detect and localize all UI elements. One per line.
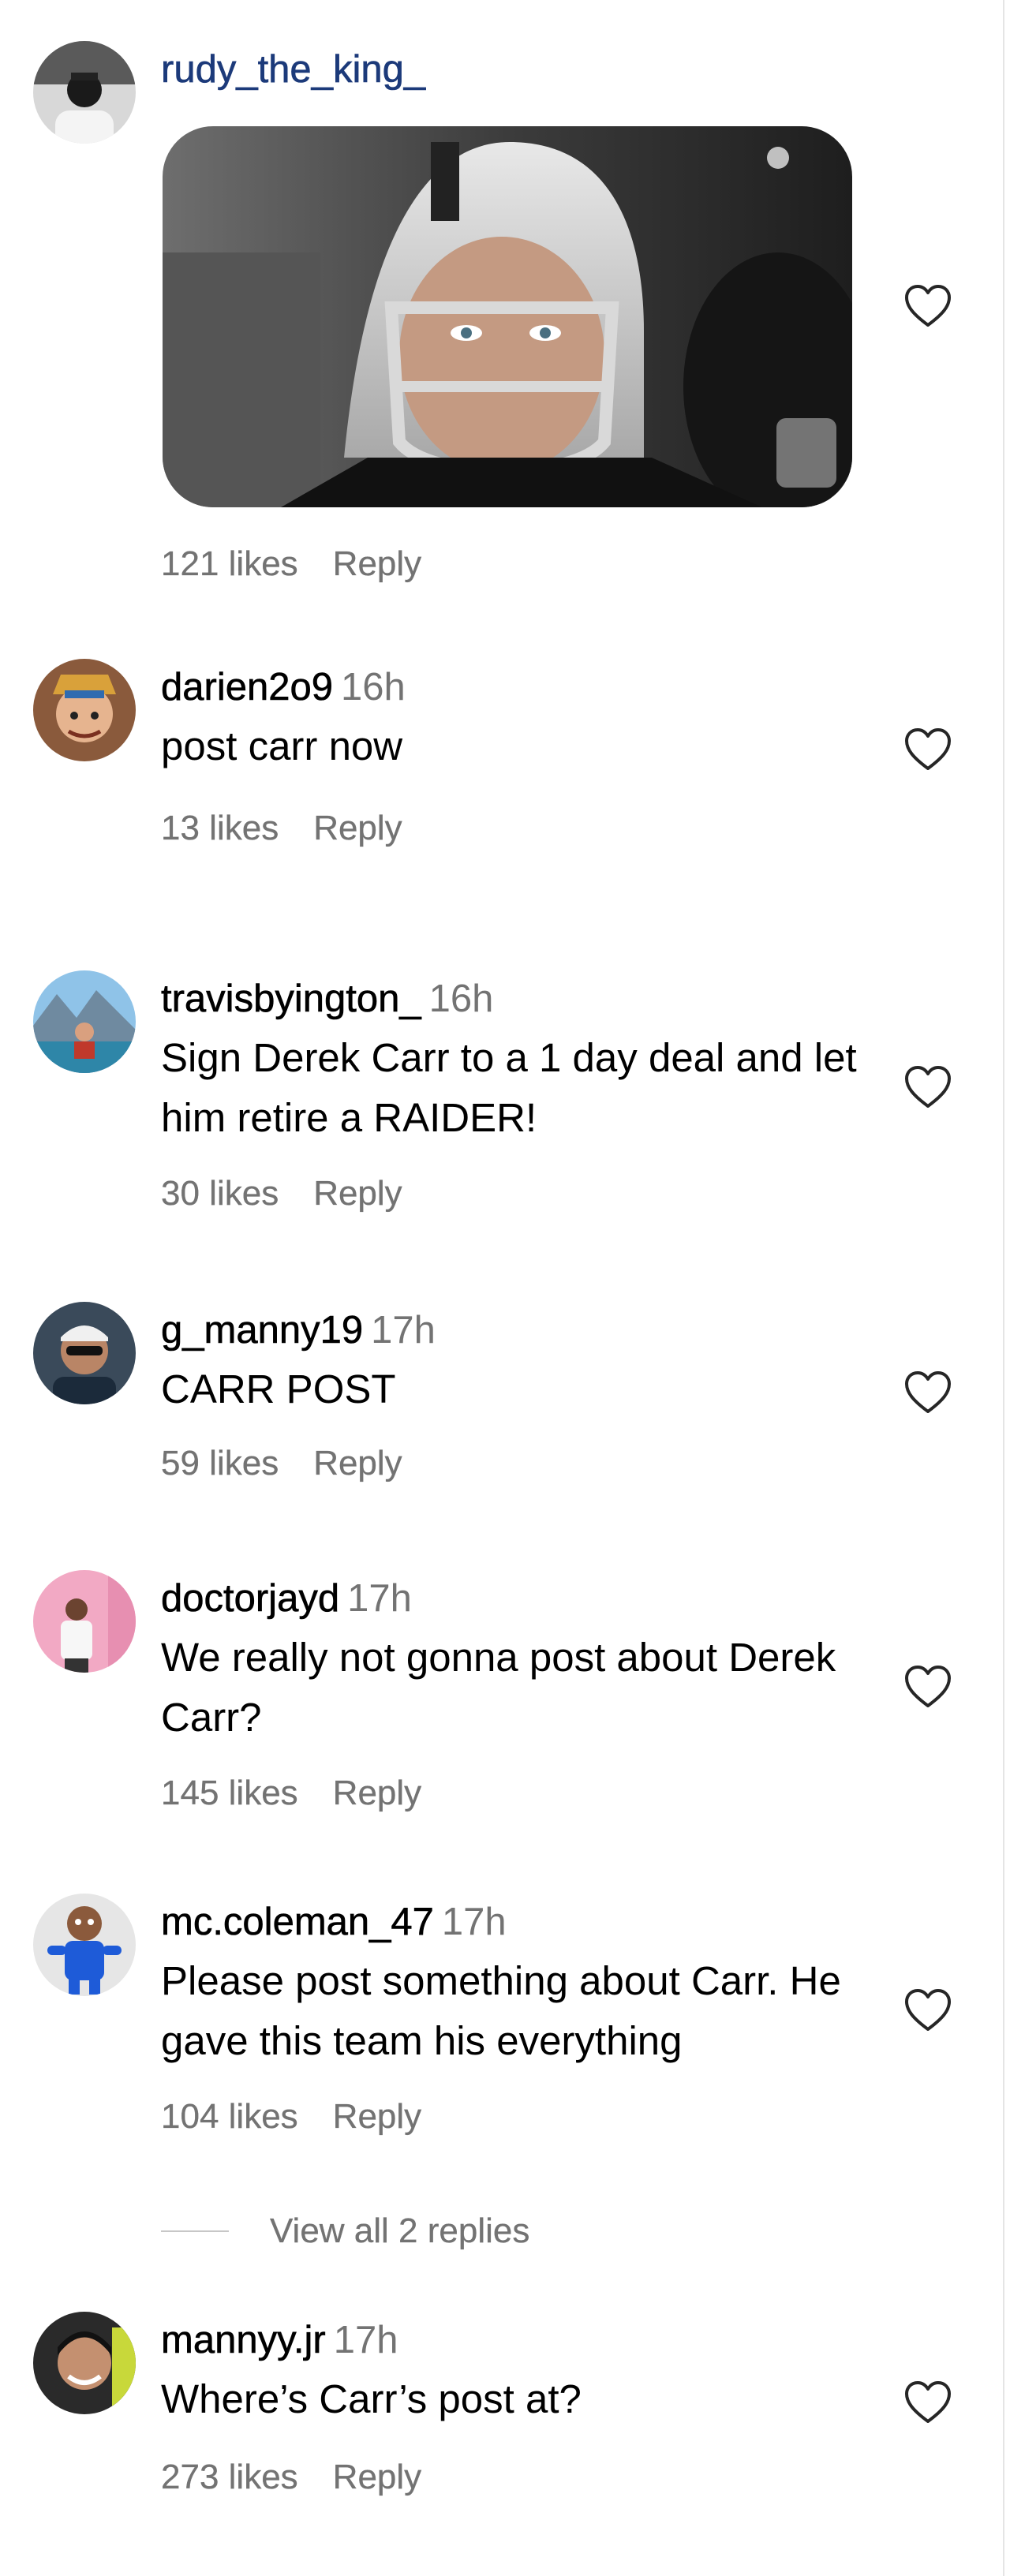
timestamp: 16h bbox=[428, 978, 494, 1020]
gif-image bbox=[163, 126, 852, 507]
view-replies-label[interactable]: View all 2 replies bbox=[270, 2211, 530, 2250]
like-heart-icon[interactable] bbox=[903, 1988, 952, 2032]
like-count[interactable]: 145 likes bbox=[161, 1774, 298, 1812]
timestamp: 17h bbox=[441, 1901, 507, 1943]
reply-button[interactable]: Reply bbox=[313, 1174, 402, 1213]
like-count[interactable]: 273 likes bbox=[161, 2458, 298, 2496]
avatar[interactable] bbox=[33, 2312, 136, 2414]
like-heart-icon[interactable] bbox=[903, 284, 952, 328]
scrollbar[interactable] bbox=[1003, 0, 1004, 2576]
comment-item: g_manny19 17h CARR POST 59 likes Reply bbox=[0, 1298, 978, 1550]
avatar[interactable] bbox=[33, 970, 136, 1073]
like-heart-icon[interactable] bbox=[903, 727, 952, 772]
reply-button[interactable]: Reply bbox=[313, 809, 402, 847]
reply-button[interactable]: Reply bbox=[333, 2097, 422, 2136]
timestamp: 17h bbox=[347, 1577, 412, 1620]
username[interactable]: doctorjayd bbox=[161, 1577, 340, 1621]
comment-item: travisbyington_ 16h Sign Derek Carr to a … bbox=[0, 966, 978, 1266]
reply-button[interactable]: Reply bbox=[333, 544, 422, 583]
reply-button[interactable]: Reply bbox=[313, 1444, 402, 1482]
avatar[interactable] bbox=[33, 659, 136, 761]
reply-button[interactable]: Reply bbox=[333, 2458, 422, 2496]
timestamp: 17h bbox=[333, 2319, 398, 2361]
username[interactable]: rudy_the_king_ bbox=[161, 48, 426, 92]
like-count[interactable]: 30 likes bbox=[161, 1174, 279, 1213]
like-heart-icon[interactable] bbox=[903, 1370, 952, 1415]
comment-text: Sign Derek Carr to a 1 day deal and let … bbox=[161, 1035, 857, 1140]
like-count[interactable]: 104 likes bbox=[161, 2097, 298, 2136]
comment-text: We really not gonna post about Derek Car… bbox=[161, 1635, 836, 1740]
like-heart-icon[interactable] bbox=[903, 1065, 952, 1109]
comment-item: mc.coleman_47 17h Please post something a… bbox=[0, 1890, 978, 2189]
like-heart-icon[interactable] bbox=[903, 2380, 952, 2425]
like-heart-icon[interactable] bbox=[903, 1665, 952, 1709]
like-count[interactable]: 121 likes bbox=[161, 544, 298, 583]
comment-item: doctorjayd 17h We really not gonna post a… bbox=[0, 1566, 978, 1866]
username[interactable]: travisbyington_ bbox=[161, 978, 421, 1021]
avatar[interactable] bbox=[33, 1894, 136, 1996]
comment-item: darien2o9 16h post carr now 13 likes Reply bbox=[0, 655, 978, 892]
view-replies-button[interactable]: View all 2 replies bbox=[161, 2209, 530, 2253]
like-count[interactable]: 13 likes bbox=[161, 809, 279, 847]
reply-button[interactable]: Reply bbox=[333, 1774, 422, 1812]
like-count[interactable]: 59 likes bbox=[161, 1444, 279, 1482]
username[interactable]: g_manny19 bbox=[161, 1309, 364, 1352]
comment-text: post carr now bbox=[161, 723, 403, 768]
comment-text: CARR POST bbox=[161, 1367, 396, 1411]
avatar[interactable] bbox=[33, 1570, 136, 1673]
timestamp: 16h bbox=[340, 666, 406, 708]
avatar[interactable] bbox=[33, 41, 136, 144]
comment-item: mannyy.jr 17h Where’s Carr’s post at? 273… bbox=[0, 2308, 978, 2560]
comment-text: Please post something about Carr. He gav… bbox=[161, 1958, 841, 2063]
username[interactable]: mc.coleman_47 bbox=[161, 1901, 435, 1944]
username[interactable]: mannyy.jr bbox=[161, 2319, 326, 2362]
avatar[interactable] bbox=[33, 1302, 136, 1404]
replies-divider bbox=[161, 2230, 229, 2232]
comment-item: rudy_the_king_ 121 likes Reply bbox=[0, 0, 978, 600]
comment-text: Where’s Carr’s post at? bbox=[161, 2376, 582, 2421]
username[interactable]: darien2o9 bbox=[161, 666, 334, 709]
timestamp: 17h bbox=[371, 1309, 436, 1352]
